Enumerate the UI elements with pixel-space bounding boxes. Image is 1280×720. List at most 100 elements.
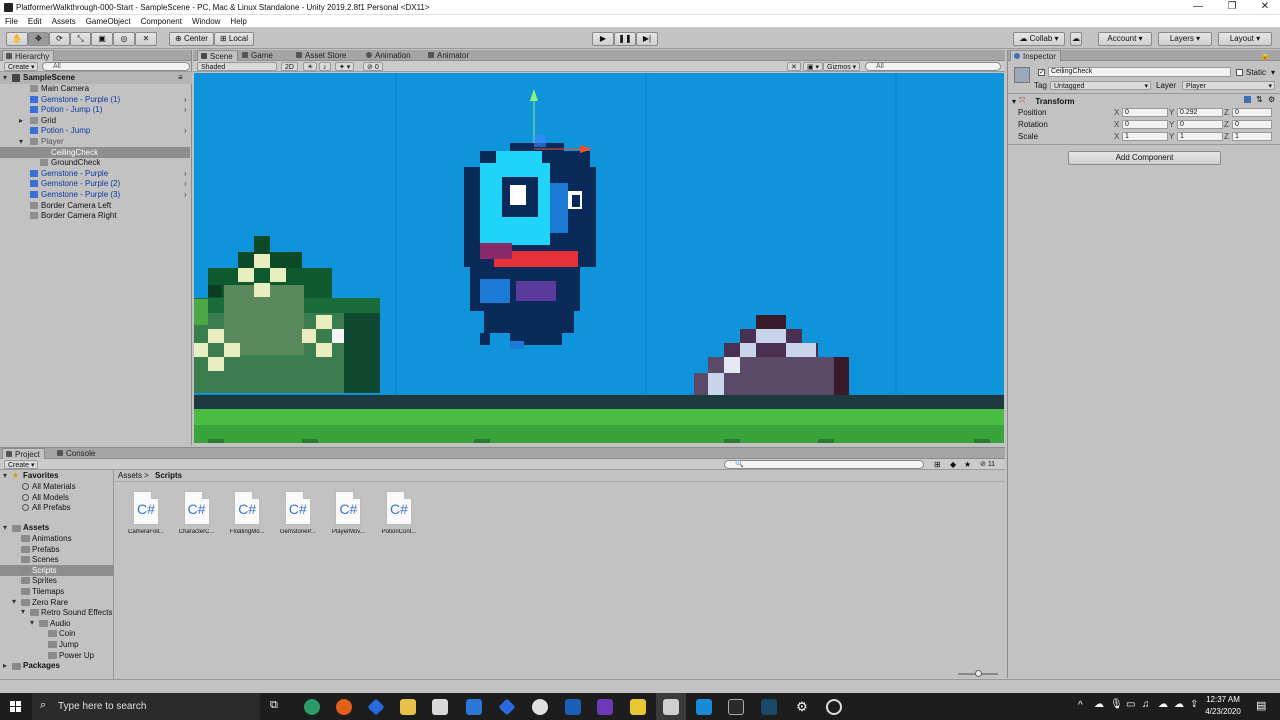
scene-tools-button[interactable]: ✕	[787, 62, 801, 71]
axis-label[interactable]: Y	[1169, 108, 1174, 117]
outlook-icon[interactable]	[565, 699, 581, 715]
script-asset[interactable]: C# CameraFoll...	[124, 491, 168, 535]
project-search-input[interactable]: 🔍	[724, 460, 924, 469]
folder-item[interactable]: Retro Sound Effects	[41, 607, 112, 618]
scale-x-field[interactable]: 1	[1122, 132, 1168, 141]
audio-toggle[interactable]: ♪	[319, 62, 331, 71]
hierarchy-item[interactable]: ▸ Grid	[0, 115, 190, 126]
minimize-button[interactable]: —	[1183, 1, 1213, 13]
script-asset[interactable]: C# PotionCont...	[377, 491, 421, 535]
folder-item[interactable]: Animations	[32, 533, 72, 544]
maximize-button[interactable]: ❐	[1217, 1, 1247, 13]
favorite-item[interactable]: All Materials	[32, 481, 76, 492]
object-name-field[interactable]: CeilingCheck	[1048, 67, 1231, 77]
add-component-button[interactable]: Add Component	[1068, 151, 1221, 165]
chrome-icon[interactable]	[532, 699, 548, 715]
favorites-arrow-icon[interactable]: ▾	[3, 471, 7, 480]
packages-label[interactable]: Packages	[23, 660, 60, 671]
folder-item[interactable]: Coin	[59, 628, 75, 639]
app-icon[interactable]	[761, 699, 777, 715]
folder-item[interactable]: Scripts	[32, 565, 56, 576]
file-explorer-icon[interactable]	[400, 699, 416, 715]
menu-assets[interactable]: Assets	[52, 17, 76, 26]
onedrive-icon[interactable]: ☁	[1094, 699, 1104, 710]
tab-hierarchy[interactable]: Hierarchy	[2, 50, 55, 61]
account-dropdown[interactable]: Account ▾	[1098, 32, 1152, 46]
help-icon[interactable]	[1244, 96, 1251, 103]
layer-dropdown[interactable]: Player ▾	[1182, 81, 1275, 90]
script-asset[interactable]: C# CharacterC...	[175, 491, 219, 535]
menu-help[interactable]: Help	[230, 17, 246, 26]
packages-arrow-icon[interactable]: ▸	[3, 661, 7, 670]
tab-animation[interactable]: Animation	[363, 50, 415, 61]
axis-label[interactable]: X	[1114, 120, 1119, 129]
prefab-open-arrow-icon[interactable]: ›	[184, 189, 187, 200]
rotate-tool-button[interactable]: ⟳	[49, 32, 70, 46]
breadcrumb-scripts[interactable]: Scripts	[155, 470, 182, 481]
folder-item[interactable]: Sprites	[32, 575, 57, 586]
hierarchy-item[interactable]: Gemstone - Purple ›	[0, 168, 190, 179]
active-checkbox[interactable]: ✓	[1038, 69, 1045, 76]
static-dropdown-icon[interactable]: ▾	[1271, 68, 1275, 77]
hierarchy-item[interactable]: GroundCheck	[0, 157, 190, 168]
hierarchy-item[interactable]: Gemstone - Purple (2) ›	[0, 178, 190, 189]
tab-scene[interactable]: Scene	[197, 50, 238, 61]
tag-dropdown[interactable]: Untagged ▾	[1050, 81, 1151, 90]
clock-app-icon[interactable]	[826, 699, 842, 715]
position-y-field[interactable]: 0.292	[1177, 108, 1223, 117]
axis-label[interactable]: Z	[1224, 132, 1229, 141]
hierarchy-item[interactable]: ▾ Player	[0, 136, 190, 147]
clock-time[interactable]: 12:37 AM	[1200, 695, 1246, 704]
gizmos-dropdown[interactable]: Gizmos ▾	[823, 62, 861, 71]
microphone-icon[interactable]: 🎙	[1110, 699, 1123, 710]
position-z-field[interactable]: 0	[1232, 108, 1272, 117]
hand-tool-button[interactable]: ✋	[6, 32, 28, 46]
prefab-open-arrow-icon[interactable]: ›	[184, 178, 187, 189]
services-button[interactable]: ☁	[1070, 32, 1082, 46]
hierarchy-item[interactable]: Gemstone - Purple (1) ›	[0, 94, 190, 105]
expand-arrow-icon[interactable]: ▾	[3, 73, 7, 82]
layout-dropdown[interactable]: Layout ▾	[1218, 32, 1272, 46]
folder-item[interactable]: Scenes	[32, 554, 59, 565]
tab-inspector[interactable]: Inspector	[1010, 50, 1061, 61]
sticky-notes-icon[interactable]	[630, 699, 646, 715]
transform-header[interactable]: ▾ ⤧ Transform ⇅ ⚙	[1012, 95, 1277, 107]
menu-window[interactable]: Window	[192, 17, 220, 26]
network-icon[interactable]: ▭	[1126, 699, 1135, 710]
unity-icon[interactable]	[663, 699, 679, 715]
breadcrumb-assets[interactable]: Assets	[118, 470, 142, 481]
expand-arrow-icon[interactable]: ▾	[19, 136, 23, 147]
tab-console[interactable]: Console	[54, 448, 99, 459]
hidden-objects-toggle[interactable]: ⊘ 0	[363, 62, 383, 71]
notifications-icon[interactable]: ▤	[1256, 699, 1266, 712]
transform-tool-button[interactable]: ◎	[113, 32, 135, 46]
terminal-icon[interactable]	[728, 699, 744, 715]
hierarchy-item[interactable]: Potion - Jump (1) ›	[0, 104, 190, 115]
effects-toggle[interactable]: ✦ ▾	[335, 62, 355, 71]
zoom-slider-thumb[interactable]	[975, 670, 982, 677]
folder-item[interactable]: Zero Rare	[32, 597, 68, 608]
scale-z-field[interactable]: 1	[1232, 132, 1272, 141]
hierarchy-item[interactable]: Border Camera Left	[0, 200, 190, 211]
play-button[interactable]: ▶	[592, 32, 614, 46]
static-checkbox[interactable]	[1236, 69, 1243, 76]
close-button[interactable]: ✕	[1250, 1, 1280, 13]
mail-icon[interactable]	[466, 699, 482, 715]
pause-button[interactable]: ❚❚	[614, 32, 636, 46]
upload-icon[interactable]: ⇪	[1190, 699, 1198, 710]
lighting-toggle[interactable]: ☀	[303, 62, 318, 71]
toggle-2d-button[interactable]: 2D	[281, 62, 298, 71]
folder-item[interactable]: Tilemaps	[32, 586, 64, 597]
cloud-sync-icon[interactable]: ☁	[1158, 699, 1168, 710]
project-create-button[interactable]: Create ▾	[4, 460, 39, 469]
axis-label[interactable]: Y	[1169, 132, 1174, 141]
clock-date[interactable]: 4/23/2020	[1200, 707, 1246, 716]
axis-label[interactable]: Z	[1224, 120, 1229, 129]
folder-item[interactable]: Power Up	[59, 650, 94, 661]
folder-item[interactable]: Audio	[50, 618, 70, 629]
filter-label-icon[interactable]: ◆	[950, 460, 956, 469]
custom-tool-button[interactable]: ✕	[135, 32, 157, 46]
cloud-icon[interactable]: ☁	[1174, 699, 1184, 710]
collapse-arrow-icon[interactable]: ▾	[1012, 97, 1016, 106]
move-tool-button[interactable]: ✥	[28, 32, 49, 46]
